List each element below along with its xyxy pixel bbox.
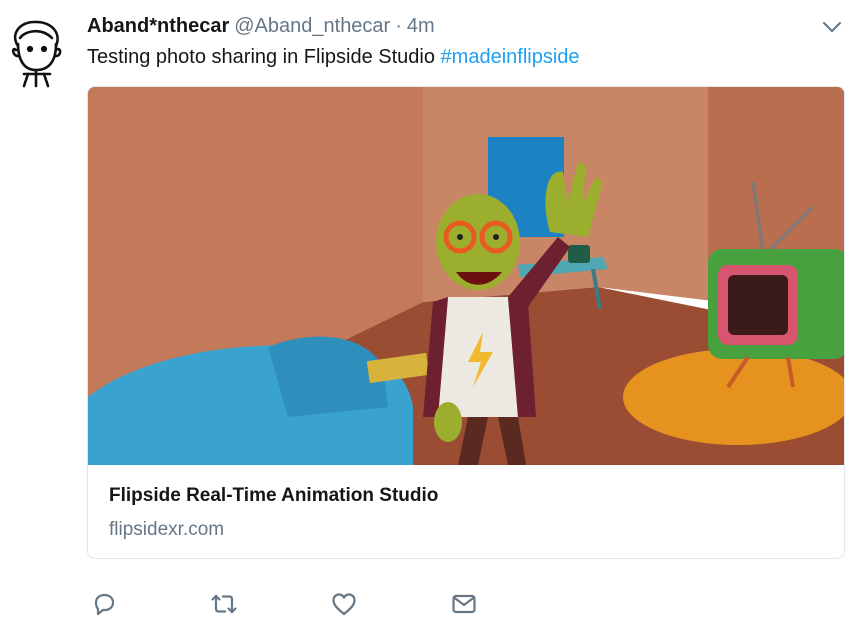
reply-icon[interactable] [90, 590, 118, 618]
like-icon[interactable] [330, 590, 358, 618]
separator-dot: · [395, 15, 402, 37]
tweet-timestamp[interactable]: 4m [407, 15, 435, 37]
user-handle[interactable]: @Aband_nthecar [234, 15, 390, 37]
card-domain[interactable]: flipsidexr.com [109, 519, 224, 541]
retweet-icon[interactable] [210, 590, 238, 618]
user-avatar[interactable] [6, 16, 66, 88]
card-title[interactable]: Flipside Real-Time Animation Studio [109, 485, 438, 507]
hashtag-link[interactable]: #madeinflipside [441, 46, 580, 68]
chevron-down-icon[interactable] [821, 16, 843, 38]
tweet-header: Aband*nthecar @Aband_nthecar · 4m [87, 12, 435, 40]
message-icon[interactable] [450, 590, 478, 618]
display-name[interactable]: Aband*nthecar [87, 15, 229, 37]
tweet-text: Testing photo sharing in Flipside Studio… [87, 44, 580, 70]
tweet-body: Testing photo sharing in Flipside Studio [87, 46, 441, 68]
card-image[interactable] [88, 87, 844, 465]
link-card[interactable]: Flipside Real-Time Animation Studio flip… [87, 86, 845, 559]
